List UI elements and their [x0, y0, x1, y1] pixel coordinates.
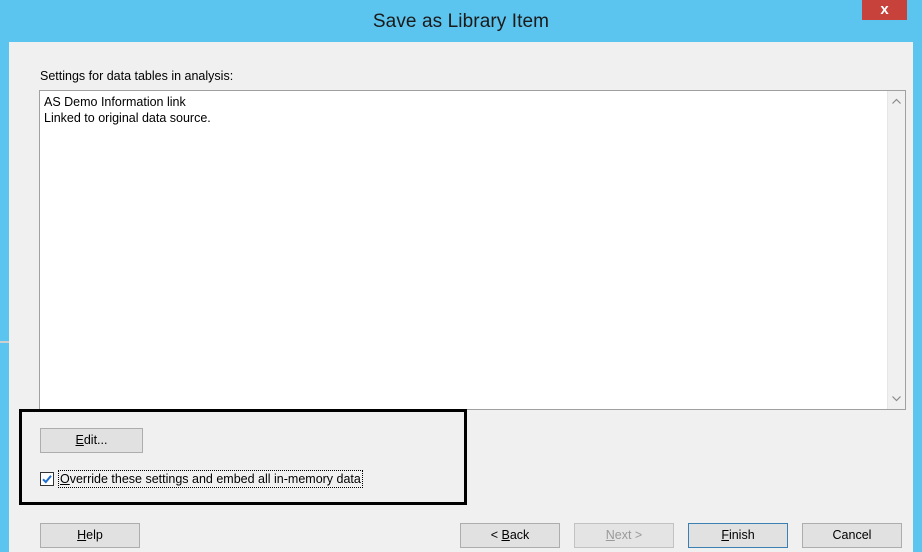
next-button[interactable]: Next > [574, 523, 674, 548]
vertical-scrollbar[interactable] [887, 91, 905, 409]
frame-divider [0, 341, 9, 343]
list-item: AS Demo Information link [44, 95, 186, 109]
list-item: Linked to original data source. [44, 111, 211, 125]
window-frame-right [913, 42, 922, 552]
settings-label: Settings for data tables in analysis: [40, 69, 234, 83]
scroll-down-arrow-icon[interactable] [889, 391, 904, 406]
dialog-title: Save as Library Item [372, 11, 550, 32]
help-button[interactable]: Help [40, 523, 140, 548]
checkmark-icon [42, 475, 52, 484]
back-button[interactable]: < Back [460, 523, 560, 548]
scroll-up-arrow-icon[interactable] [889, 94, 904, 109]
settings-text: AS Demo Information link Linked to origi… [44, 94, 211, 126]
title-bar[interactable]: Save as Library Item x [0, 0, 922, 42]
save-as-library-item-dialog: Save as Library Item x Settings for data… [0, 0, 922, 552]
highlight-annotation-box [19, 409, 467, 505]
override-checkbox-label: Override these settings and embed all in… [58, 470, 363, 488]
edit-button[interactable]: Edit... [40, 428, 143, 453]
settings-listbox[interactable]: AS Demo Information link Linked to origi… [39, 90, 906, 410]
close-button[interactable]: x [862, 0, 907, 20]
finish-button[interactable]: Finish [688, 523, 788, 548]
cancel-button[interactable]: Cancel [802, 523, 902, 548]
override-checkbox[interactable] [40, 472, 54, 486]
window-frame-left [0, 42, 9, 552]
dialog-content: Settings for data tables in analysis: AS… [9, 42, 913, 552]
